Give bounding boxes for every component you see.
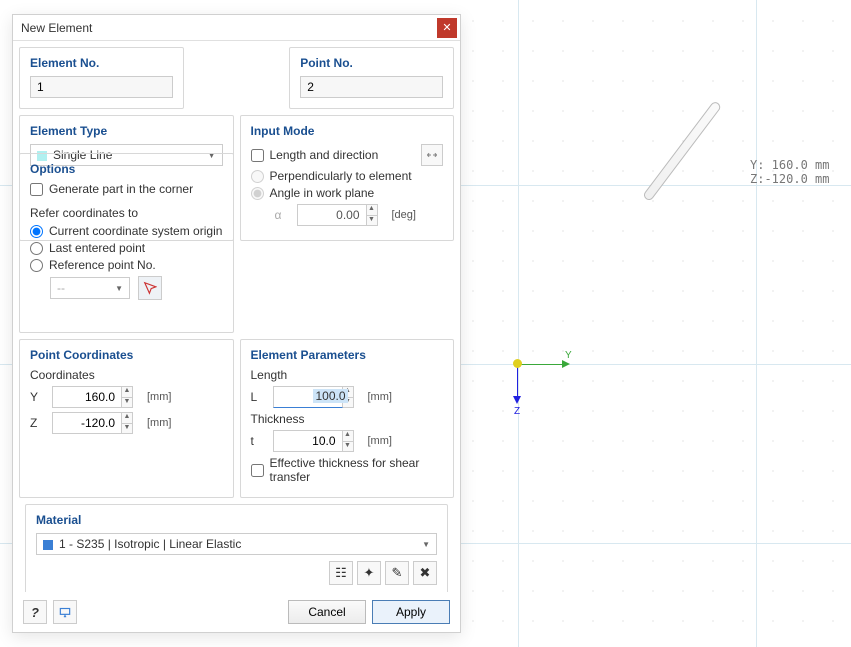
z-spinner[interactable]: ▲▼ [121, 412, 133, 434]
chevron-down-icon: ▼ [115, 284, 123, 293]
y-input[interactable] [52, 386, 122, 408]
help-icon[interactable]: ? [23, 600, 47, 624]
cancel-button[interactable]: Cancel [288, 600, 366, 624]
new-element-dialog: New Element ✕ Element No. Point No. Elem… [12, 14, 461, 633]
material-label: Material [36, 513, 437, 527]
point-no-group: Point No. [289, 47, 454, 109]
view-settings-icon[interactable] [53, 600, 77, 624]
axis-z [517, 364, 518, 402]
library-icon[interactable]: ☷ [329, 561, 353, 585]
axis-z-label: Z [514, 406, 520, 417]
element-no-group: Element No. [19, 47, 184, 109]
refer-point-no-radio[interactable]: Reference point No. [30, 258, 223, 272]
options-group: Options Generate part in the corner Refe… [19, 153, 234, 333]
material-dropdown[interactable]: 1 - S235 | Isotropic | Linear Elastic ▼ [36, 533, 437, 555]
point-no-label: Point No. [300, 56, 443, 70]
l-label: L [251, 390, 265, 404]
z-input[interactable] [52, 412, 122, 434]
refer-last-point-radio[interactable]: Last entered point [30, 241, 223, 255]
length-label: Length [251, 368, 444, 382]
edit-material-icon[interactable]: ✎ [385, 561, 409, 585]
refer-label: Refer coordinates to [30, 206, 223, 220]
thickness-label: Thickness [251, 412, 444, 426]
close-icon[interactable]: ✕ [437, 18, 457, 38]
thickness-input[interactable] [273, 430, 343, 452]
dialog-title: New Element [21, 21, 92, 35]
options-label: Options [30, 162, 223, 176]
z-label: Z [30, 416, 44, 430]
point-no-input[interactable] [300, 76, 443, 98]
grid-axis-v [518, 0, 519, 647]
y-spinner[interactable]: ▲▼ [121, 386, 133, 408]
apply-button[interactable]: Apply [372, 600, 450, 624]
y-label: Y [30, 390, 44, 404]
element-no-input[interactable] [30, 76, 173, 98]
material-group: Material 1 - S235 | Isotropic | Linear E… [25, 504, 448, 592]
generate-part-checkbox[interactable]: Generate part in the corner [30, 182, 223, 196]
z-unit: [mm] [147, 417, 171, 429]
coordinates-label: Coordinates [30, 368, 223, 382]
l-unit: [mm] [368, 391, 392, 403]
dialog-footer: ? Cancel Apply [13, 592, 460, 632]
effective-thickness-checkbox[interactable]: Effective thickness for shear transfer [251, 456, 444, 484]
new-material-icon[interactable]: ✦ [357, 561, 381, 585]
material-value: 1 - S235 | Isotropic | Linear Elastic [59, 537, 241, 551]
axis-origin [513, 359, 522, 368]
t-unit: [mm] [368, 435, 392, 447]
delete-material-icon[interactable]: ✖ [413, 561, 437, 585]
thickness-spinner[interactable]: ▲▼ [342, 430, 354, 452]
element-type-label: Element Type [30, 124, 223, 138]
input-mode-label: Input Mode [251, 124, 444, 138]
grid-line-v [756, 0, 757, 647]
spacer [190, 47, 283, 109]
coordinate-readout: Y: 160.0 mm Z:-120.0 mm [750, 158, 829, 186]
elem-params-label: Element Parameters [251, 348, 444, 362]
axis-y [518, 364, 568, 365]
y-unit: [mm] [147, 391, 171, 403]
titlebar: New Element ✕ [13, 15, 460, 41]
t-label: t [251, 434, 265, 448]
chevron-down-icon: ▼ [422, 540, 430, 549]
material-swatch [43, 540, 53, 550]
axis-y-label: Y [565, 350, 572, 361]
point-coords-label: Point Coordinates [30, 348, 223, 362]
refer-origin-radio[interactable]: Current coordinate system origin [30, 224, 223, 238]
point-coordinates-group: Point Coordinates Coordinates Y ▲▼ [mm] … [19, 339, 234, 498]
pick-point-icon[interactable] [138, 276, 162, 300]
element-no-label: Element No. [30, 56, 173, 70]
element-preview [642, 100, 722, 202]
element-parameters-group: Element Parameters Length L ▲▼ 100.0 [mm… [240, 339, 455, 498]
reference-point-dropdown: -- ▼ [50, 277, 130, 299]
